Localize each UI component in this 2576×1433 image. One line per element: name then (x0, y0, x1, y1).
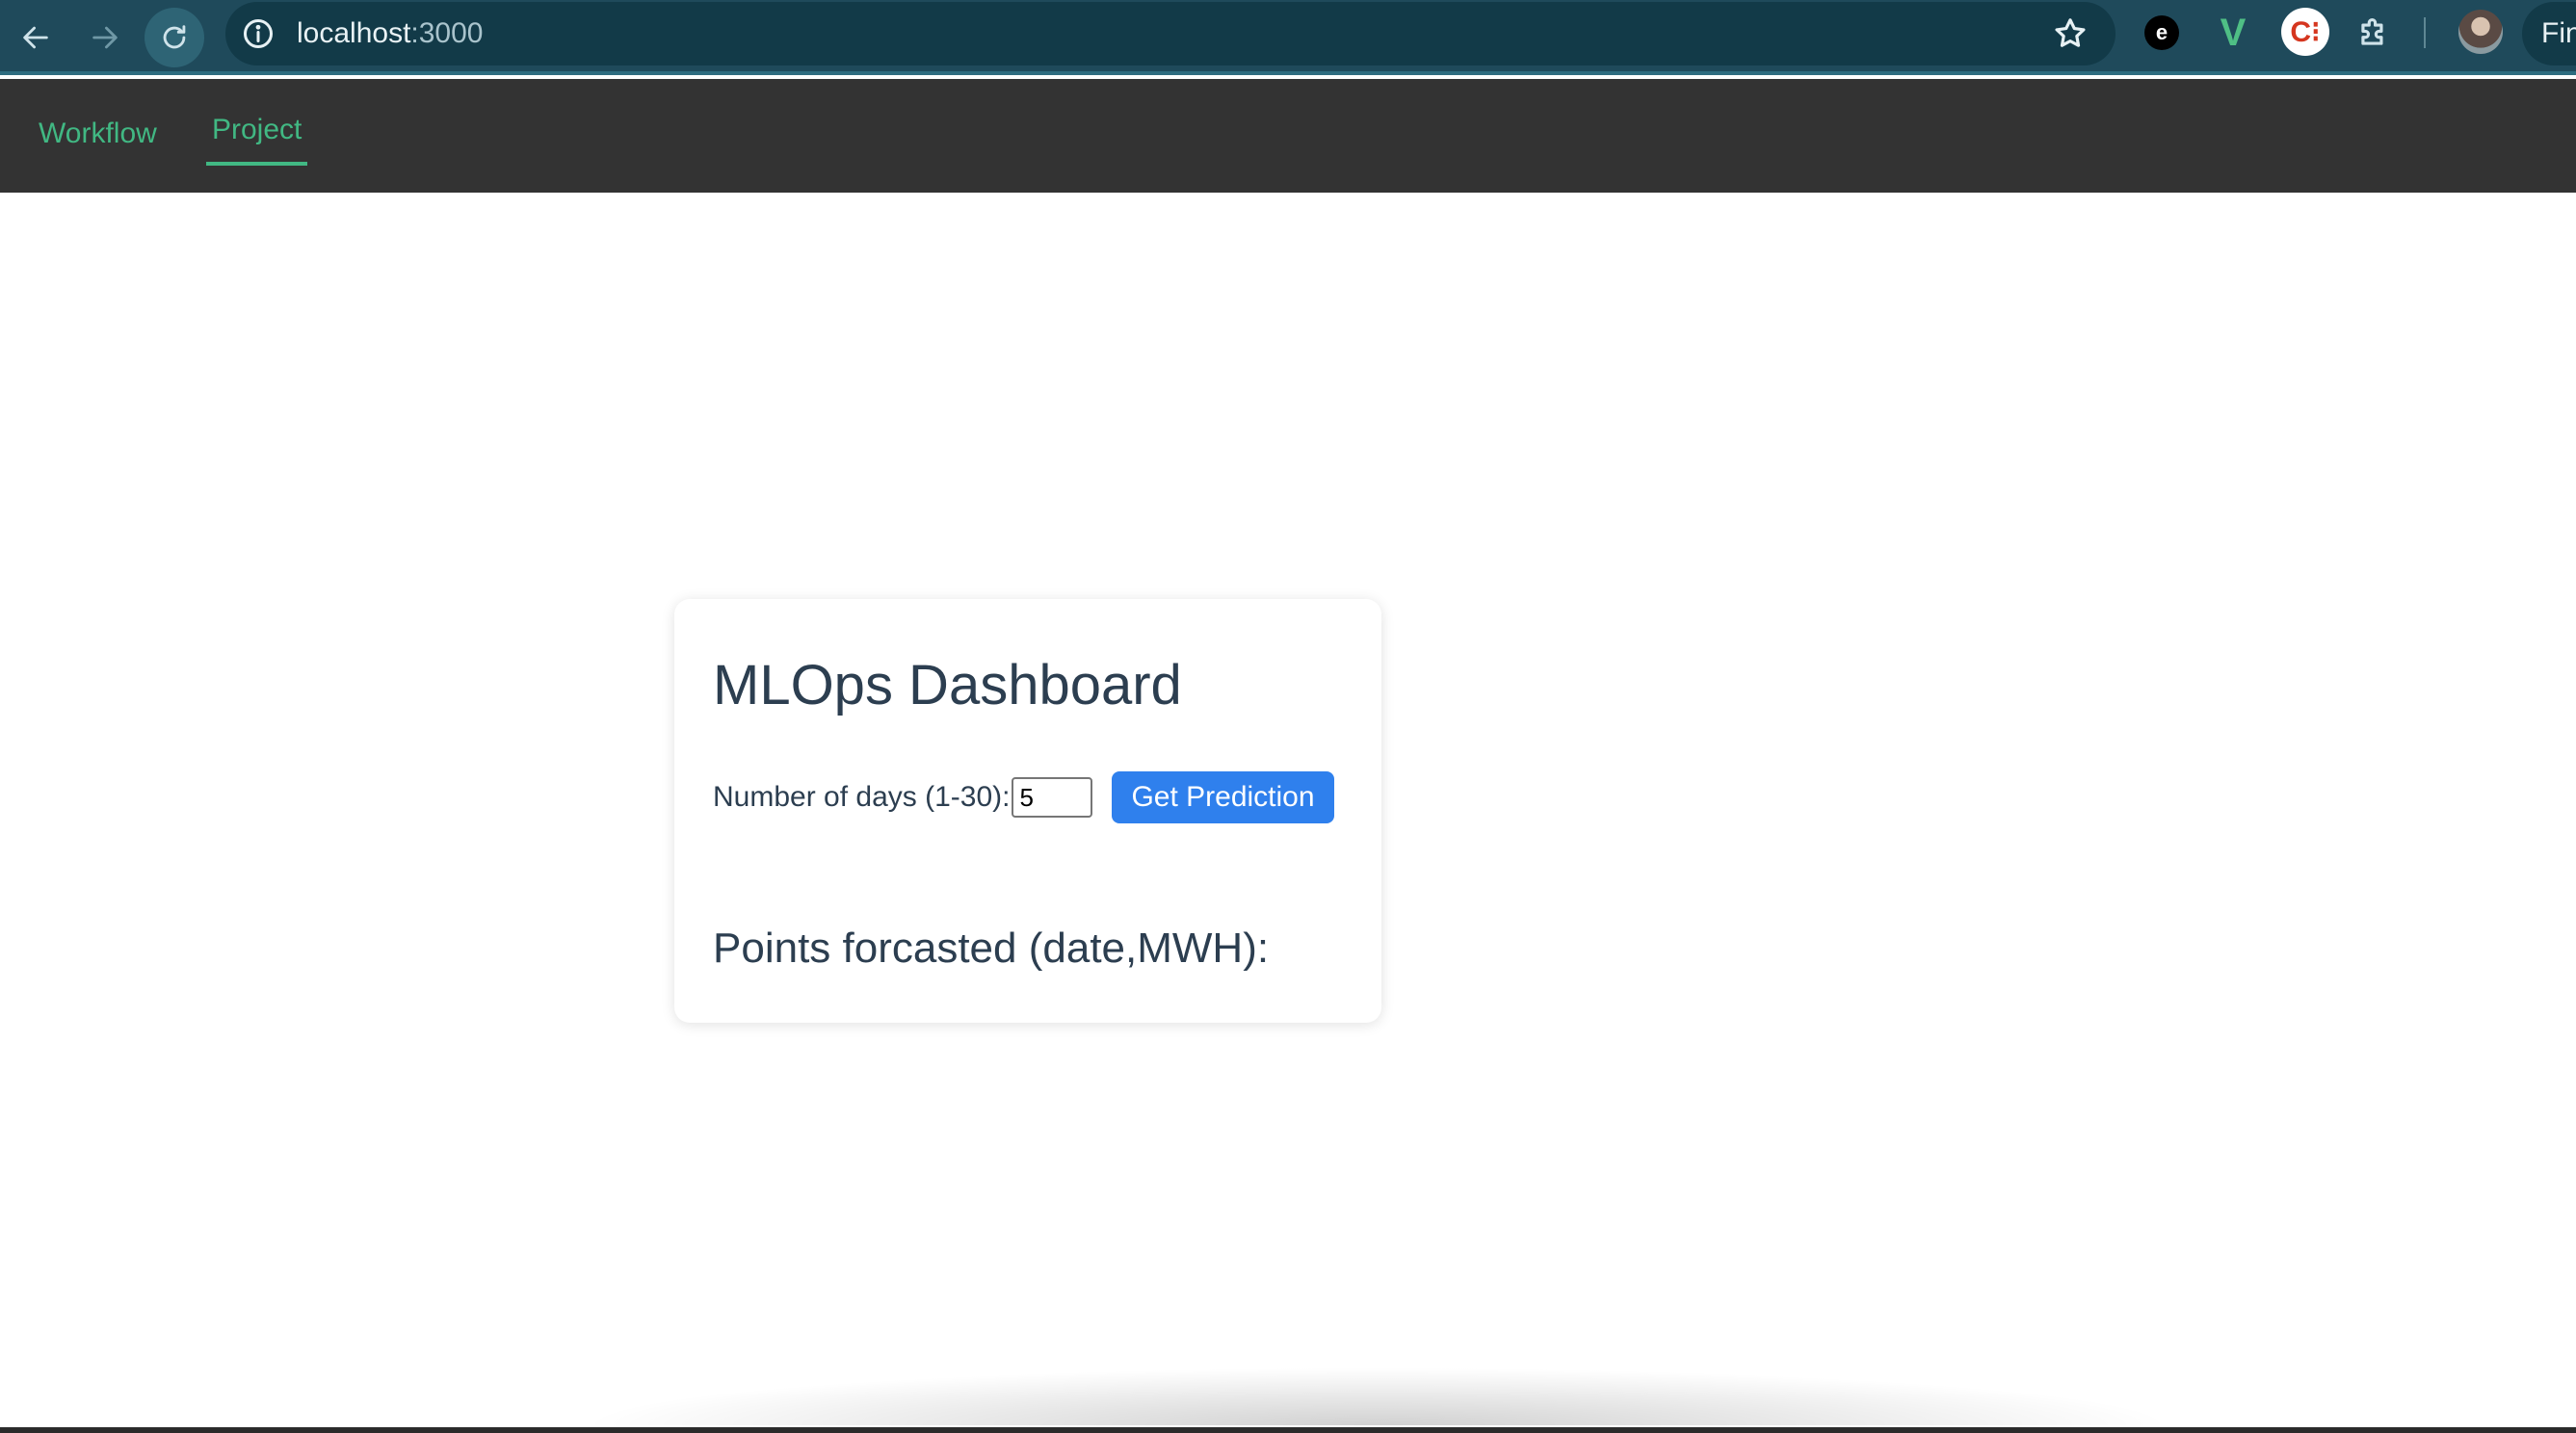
profile-button[interactable]: Fin (2522, 2, 2576, 65)
forward-arrow-icon (92, 26, 118, 49)
url-port: :3000 (410, 17, 484, 49)
extension-c-glyph: C⁝ (2290, 15, 2321, 48)
reload-icon (163, 25, 186, 49)
window-bottom-edge (0, 1427, 2576, 1433)
profile-label: Fin (2541, 17, 2576, 49)
extension-c-icon[interactable]: C⁝ (2281, 8, 2329, 56)
star-icon[interactable] (2052, 15, 2089, 52)
vue-devtools-glyph: V (2220, 11, 2247, 54)
nav-link-project[interactable]: Project (205, 114, 308, 166)
bottom-shadow (578, 1368, 2177, 1425)
browser-toolbar: localhost:3000 e V C⁝ Fin (0, 0, 2576, 75)
puzzle-icon[interactable] (2353, 12, 2395, 54)
info-icon[interactable] (241, 16, 276, 51)
url-host: localhost (297, 17, 411, 49)
page-title: MLOps Dashboard (713, 654, 1182, 716)
forward-button[interactable] (75, 8, 135, 67)
back-arrow-icon (23, 26, 48, 49)
app-navbar: Workflow Project (0, 79, 2576, 193)
vue-devtools-icon[interactable]: V (2212, 12, 2254, 54)
points-heading: Points forcasted (date,MWH): (713, 925, 1270, 972)
address-bar[interactable]: localhost:3000 (225, 2, 2116, 65)
extension-e-icon[interactable]: e (2144, 15, 2179, 50)
prediction-form: Number of days (1-30): Get Prediction (713, 770, 1334, 824)
toolbar-divider (2424, 17, 2426, 48)
days-input[interactable] (1012, 777, 1093, 818)
url-text[interactable]: localhost:3000 (297, 17, 483, 50)
days-label: Number of days (1-30): (713, 781, 1011, 813)
get-prediction-button[interactable]: Get Prediction (1112, 771, 1334, 823)
reload-button[interactable] (145, 8, 204, 67)
extension-e-glyph: e (2155, 20, 2169, 44)
avatar[interactable] (2458, 10, 2503, 54)
nav-link-workflow[interactable]: Workflow (39, 117, 157, 150)
puzzle-icon-svg (2361, 18, 2383, 45)
dashboard-card: MLOps Dashboard Number of days (1-30): G… (674, 599, 1381, 1023)
back-button[interactable] (6, 8, 66, 67)
